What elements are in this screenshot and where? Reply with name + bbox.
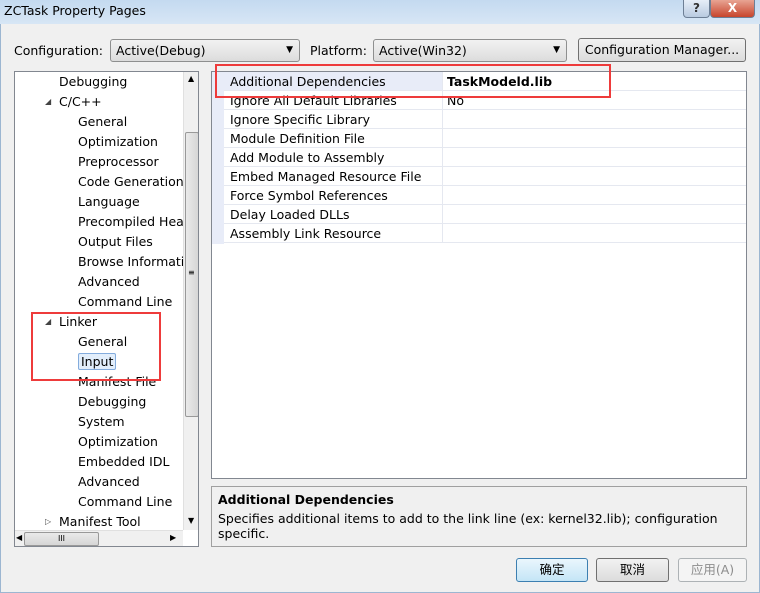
chevron-down-icon: ▼ — [286, 45, 293, 55]
collapse-arrow-icon[interactable]: ◢ — [45, 92, 51, 112]
tree-item-label: Advanced — [78, 274, 140, 289]
tree-item-label: Command Line — [78, 294, 173, 309]
configuration-value: Active(Debug) — [116, 43, 206, 58]
property-value[interactable] — [442, 224, 746, 242]
tree-item-label: Browse Information — [78, 254, 199, 269]
property-row[interactable]: Assembly Link Resource — [224, 224, 746, 243]
scroll-thumb[interactable]: ≡ — [185, 132, 198, 417]
tree-item[interactable]: Browse Information — [78, 252, 199, 272]
tree-item[interactable]: Optimization — [78, 432, 158, 452]
tree-item[interactable]: Optimization — [78, 132, 158, 152]
cancel-button[interactable]: 取消 — [596, 558, 669, 582]
property-value[interactable] — [442, 148, 746, 166]
title-bar: ZCTask Property Pages ? X — [0, 0, 760, 24]
property-row[interactable]: Module Definition File — [224, 129, 746, 148]
property-name: Assembly Link Resource — [230, 226, 382, 241]
ok-button[interactable]: 确定 — [516, 558, 588, 582]
description-text: Specifies additional items to add to the… — [218, 511, 718, 541]
tree-item[interactable]: ◢ C/C++ — [45, 92, 102, 112]
tree-item-label: Precompiled Headers — [78, 214, 199, 229]
scroll-up-icon[interactable]: ▲ — [188, 74, 194, 83]
configuration-manager-button[interactable]: Configuration Manager... — [578, 38, 746, 62]
tree-item-label: Embedded IDL — [78, 454, 170, 469]
tree-item-label: Language — [78, 194, 140, 209]
property-row[interactable]: Force Symbol References — [224, 186, 746, 205]
tree-item-label: Debugging — [78, 394, 147, 409]
tree-item-label: Advanced — [78, 474, 140, 489]
property-name: Add Module to Assembly — [230, 150, 385, 165]
tree-item[interactable]: Debugging — [59, 72, 127, 92]
tree-item[interactable]: Advanced — [78, 472, 140, 492]
property-value[interactable] — [442, 167, 746, 185]
tree-item[interactable]: Output Files — [78, 232, 153, 252]
expand-arrow-icon[interactable]: ▷ — [45, 512, 51, 532]
tree-item-label: Output Files — [78, 234, 153, 249]
platform-value: Active(Win32) — [379, 43, 467, 58]
chevron-down-icon: ▼ — [553, 45, 560, 55]
tree-item-label: General — [78, 114, 128, 129]
highlight-box-linker — [31, 312, 161, 381]
tree-item[interactable]: Debugging — [78, 392, 146, 412]
tree-item[interactable]: Language — [78, 192, 140, 212]
property-value[interactable] — [442, 129, 746, 147]
tree-item[interactable]: ▷ Manifest Tool — [45, 512, 141, 532]
property-name: Delay Loaded DLLs — [230, 207, 350, 222]
tree-item-label: Command Line — [78, 494, 173, 509]
property-name: Ignore Specific Library — [230, 112, 371, 127]
property-row[interactable]: Delay Loaded DLLs — [224, 205, 746, 224]
tree-item[interactable]: Preprocessor — [78, 152, 159, 172]
property-name: Force Symbol References — [230, 188, 388, 203]
tree-item-label: C/C++ — [59, 94, 102, 109]
tree-item-label: Code Generation — [78, 174, 184, 189]
property-value[interactable] — [442, 205, 746, 223]
property-name: Module Definition File — [230, 131, 365, 146]
property-grid: Additional Dependencies TaskModeld.lib Ign… — [211, 71, 747, 479]
property-value[interactable] — [442, 110, 746, 128]
scroll-right-icon[interactable]: ▶ — [170, 533, 176, 542]
help-button[interactable]: ? — [683, 0, 710, 18]
tree-item-label: Optimization — [78, 134, 158, 149]
tree-item[interactable]: Command Line — [78, 492, 172, 512]
scroll-left-icon[interactable]: ◀ — [16, 533, 22, 542]
property-row[interactable]: Add Module to Assembly — [224, 148, 746, 167]
property-tree: Debugging ◢ C/C++ General Optimization Prepro… — [14, 71, 199, 547]
tree-item[interactable]: System — [78, 412, 125, 432]
tree-item[interactable]: Embedded IDL — [78, 452, 169, 472]
horizontal-scrollbar[interactable]: ◀ III ▶ — [15, 530, 183, 546]
platform-label: Platform: — [310, 43, 367, 58]
highlight-box-dependencies — [215, 64, 611, 98]
apply-button[interactable]: 应用(A) — [678, 558, 747, 582]
property-name: Embed Managed Resource File — [230, 169, 422, 184]
vertical-scrollbar[interactable]: ▲ ≡ ▼ — [183, 72, 198, 530]
property-row[interactable]: Embed Managed Resource File — [224, 167, 746, 186]
configuration-select[interactable]: Active(Debug) ▼ — [110, 39, 300, 62]
tree-item[interactable]: Precompiled Headers — [78, 212, 199, 232]
description-title: Additional Dependencies — [218, 492, 394, 507]
scroll-down-icon[interactable]: ▼ — [188, 516, 194, 525]
tree-item-label: System — [78, 414, 125, 429]
close-button[interactable]: X — [710, 0, 755, 18]
description-panel: Additional Dependencies Specifies additi… — [211, 486, 747, 547]
property-value[interactable] — [442, 186, 746, 204]
configuration-label: Configuration: — [14, 43, 103, 58]
tree-item-label: Manifest Tool — [59, 514, 141, 529]
tree-item-label: Optimization — [78, 434, 158, 449]
tree-item[interactable]: General — [78, 112, 127, 132]
platform-select[interactable]: Active(Win32) ▼ — [373, 39, 567, 62]
tree-item[interactable]: Command Line — [78, 292, 172, 312]
window-title: ZCTask Property Pages — [4, 3, 146, 18]
hscroll-thumb[interactable]: III — [24, 532, 99, 546]
tree-item[interactable]: Code Generation — [78, 172, 184, 192]
tree-item-label: Debugging — [59, 74, 128, 89]
tree-item[interactable]: Advanced — [78, 272, 140, 292]
tree-item-label: Preprocessor — [78, 154, 159, 169]
property-row[interactable]: Ignore Specific Library — [224, 110, 746, 129]
